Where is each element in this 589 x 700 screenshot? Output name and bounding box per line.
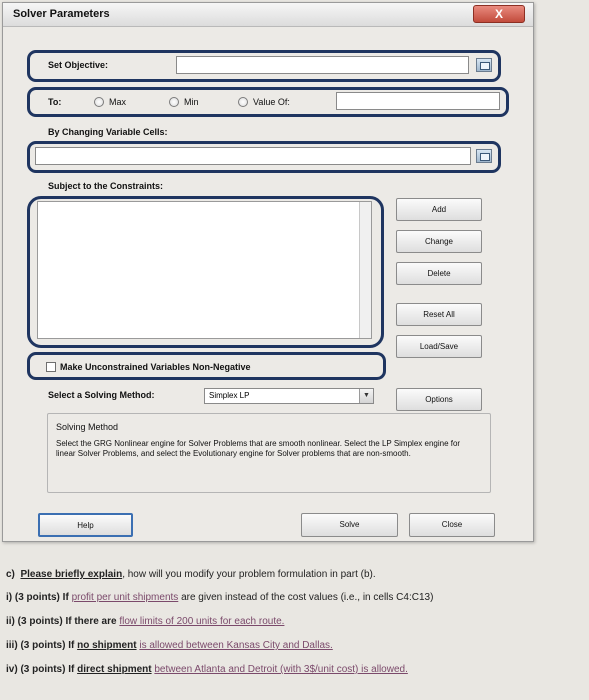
changing-cells-label: By Changing Variable Cells:	[48, 127, 168, 137]
solving-method-description: Select the GRG Nonlinear engine for Solv…	[56, 439, 461, 458]
question-iii-prefix: iii) (3 points) If	[6, 640, 75, 651]
question-c-rest: , how will you modify your problem formu…	[122, 569, 376, 580]
constraints-list[interactable]	[37, 201, 372, 339]
to-label: To:	[48, 97, 62, 107]
options-button[interactable]: Options	[396, 388, 482, 411]
close-window-button[interactable]: X	[473, 5, 525, 23]
objective-label: Set Objective:	[48, 60, 109, 70]
close-button[interactable]: Close	[409, 513, 495, 537]
question-c-link: Please briefly explain	[20, 569, 123, 580]
objective-collapse-icon[interactable]	[476, 58, 492, 72]
question-c-prefix: c)	[6, 569, 15, 580]
question-iv: iv) (3 points) If direct shipment betwee…	[6, 664, 408, 675]
constraints-scrollbar[interactable]	[359, 202, 371, 338]
question-iv-link1: direct shipment	[77, 664, 152, 675]
question-c: c) Please briefly explain, how will you …	[6, 569, 376, 580]
solving-method-title: Solving Method	[56, 422, 119, 432]
question-iii: iii) (3 points) If no shipment is allowe…	[6, 640, 333, 651]
method-label: Select a Solving Method:	[48, 390, 155, 400]
objective-input[interactable]	[176, 56, 469, 74]
radio-value-of[interactable]	[238, 97, 248, 107]
question-iii-link1: no shipment	[77, 640, 137, 651]
delete-button[interactable]: Delete	[396, 262, 482, 285]
solver-parameters-dialog: Solver Parameters X Set Objective: To: M…	[2, 2, 534, 542]
constraints-label: Subject to the Constraints:	[48, 181, 164, 191]
question-i-link: profit per unit shipments	[71, 592, 179, 603]
question-i: i) (3 points) If profit per unit shipmen…	[6, 592, 433, 603]
radio-max-label[interactable]: Max	[109, 97, 126, 107]
radio-min-label[interactable]: Min	[184, 97, 199, 107]
question-i-rest: are given instead of the cost values (i.…	[181, 592, 434, 603]
method-select[interactable]: Simplex LP ▼	[204, 388, 374, 404]
load-save-button[interactable]: Load/Save	[396, 335, 482, 358]
question-i-prefix: i) (3 points) If	[6, 592, 69, 603]
changing-cells-collapse-icon[interactable]	[476, 149, 492, 163]
help-button[interactable]: Help	[38, 513, 133, 537]
nonneg-label[interactable]: Make Unconstrained Variables Non-Negativ…	[60, 362, 251, 372]
question-ii: ii) (3 points) If there are flow limits …	[6, 616, 284, 627]
chevron-down-icon[interactable]: ▼	[359, 389, 373, 403]
question-iv-prefix: iv) (3 points) If	[6, 664, 75, 675]
reset-all-button[interactable]: Reset All	[396, 303, 482, 326]
question-ii-prefix: ii) (3 points) If there are	[6, 616, 117, 627]
change-button[interactable]: Change	[396, 230, 482, 253]
method-select-value: Simplex LP	[209, 391, 250, 400]
question-ii-link: flow limits of 200 units for each route.	[119, 616, 285, 627]
radio-max[interactable]	[94, 97, 104, 107]
question-iv-link2: between Atlanta and Detroit (with 3$/uni…	[154, 664, 408, 675]
nonneg-checkbox[interactable]	[46, 362, 56, 372]
solve-button[interactable]: Solve	[301, 513, 398, 537]
radio-min[interactable]	[169, 97, 179, 107]
dialog-title: Solver Parameters	[13, 8, 110, 20]
radio-value-of-label[interactable]: Value Of:	[253, 97, 290, 107]
question-iii-link2: is allowed between Kansas City and Dalla…	[139, 640, 333, 651]
add-button[interactable]: Add	[396, 198, 482, 221]
title-bar[interactable]: Solver Parameters X	[3, 3, 533, 27]
changing-cells-input[interactable]	[35, 147, 471, 165]
value-of-input[interactable]	[336, 92, 500, 110]
